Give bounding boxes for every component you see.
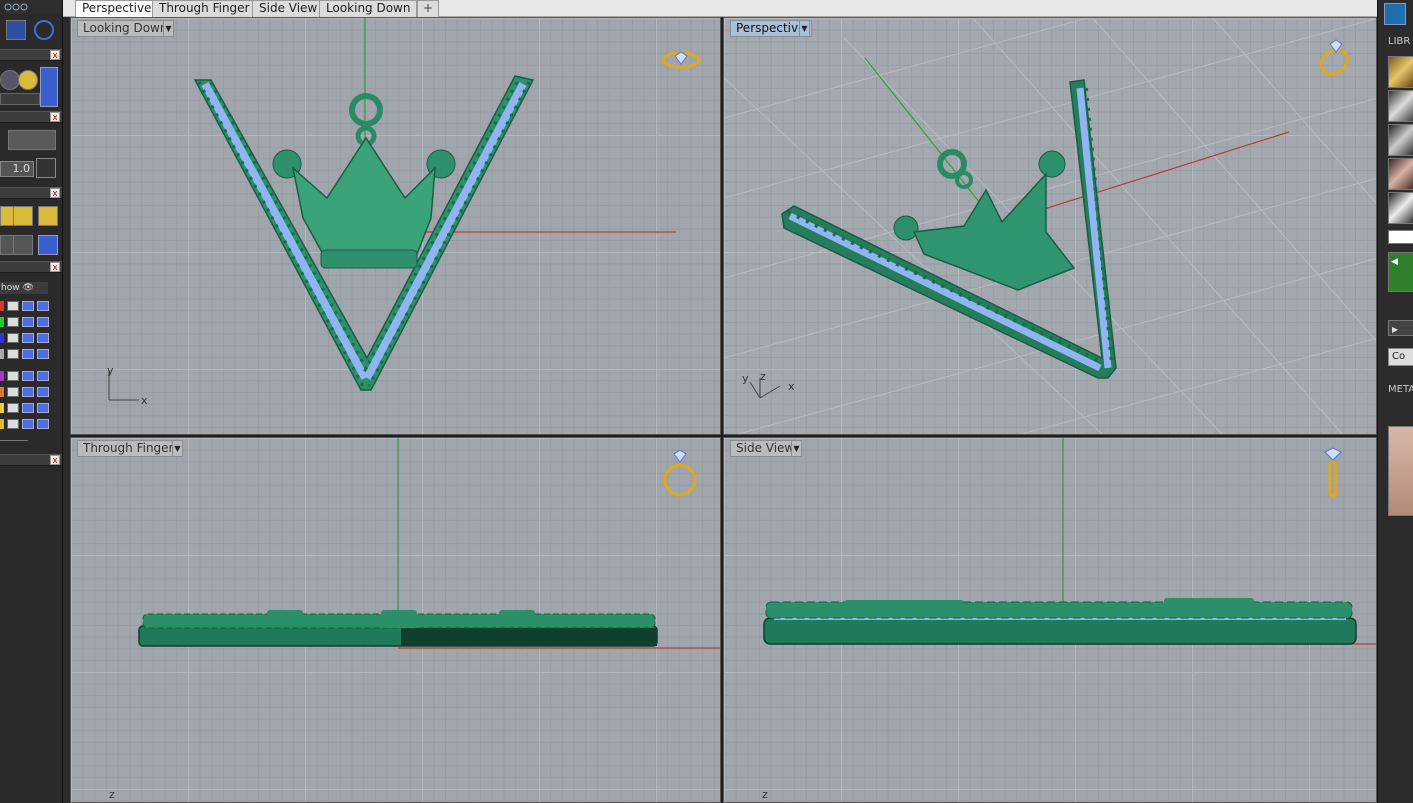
ball-tool-button[interactable] <box>18 70 38 90</box>
add-tab-button[interactable]: + <box>417 0 439 17</box>
toolbar-header <box>0 0 62 14</box>
material-swatch-silver[interactable] <box>1388 90 1413 122</box>
metal-label: META <box>1388 384 1413 395</box>
panel-separator: x <box>0 187 62 199</box>
metal-preview-swatch[interactable] <box>1388 426 1413 516</box>
co-button[interactable]: Co <box>1388 348 1413 366</box>
ring-front-icon[interactable] <box>663 449 697 497</box>
layer-row[interactable] <box>0 418 56 430</box>
network-icon <box>4 3 28 11</box>
chevron-down-icon[interactable]: ▼ <box>163 20 174 37</box>
divider <box>0 440 28 441</box>
right-panel: LIBR ◀ ▶ Co META <box>1377 0 1413 803</box>
grid-icon[interactable] <box>36 158 56 178</box>
material-swatch-plain[interactable] <box>1388 230 1413 244</box>
viewport-side-view[interactable]: z Side View ▼ <box>723 437 1377 803</box>
top-view-model: y x <box>107 18 701 407</box>
layer-row[interactable] <box>0 386 56 398</box>
chevron-left-icon: ◀ <box>1391 257 1398 267</box>
viewport-title[interactable]: Through Finger <box>77 440 180 457</box>
dropdown-field[interactable] <box>0 93 40 105</box>
panel-separator: x <box>0 261 62 273</box>
chevron-down-icon[interactable]: ▼ <box>172 440 183 457</box>
layer-row[interactable] <box>0 370 56 382</box>
layer-row[interactable] <box>0 332 56 344</box>
layer-row[interactable] <box>0 402 56 414</box>
chevron-down-icon[interactable]: ▼ <box>791 440 802 457</box>
chevron-right-icon: ▶ <box>1392 325 1399 334</box>
pendant-front-shape <box>138 610 658 647</box>
tab-through-finger[interactable]: Through Finger <box>152 0 257 17</box>
viewport-perspective[interactable]: y z x Perspective ▼ <box>723 17 1377 435</box>
slider-button[interactable] <box>40 67 58 107</box>
cut-tool-button[interactable] <box>6 20 26 40</box>
pendant-side-shape <box>763 598 1357 645</box>
zoom-field[interactable]: 1.0 <box>0 161 34 177</box>
move-tool-button[interactable] <box>13 206 33 226</box>
app-logo-icon[interactable] <box>1384 3 1406 25</box>
axis-x-label: x <box>788 380 795 393</box>
expand-button[interactable]: ▶ <box>1388 320 1413 336</box>
material-swatch-rose[interactable] <box>1388 158 1413 190</box>
viewport-through-finger[interactable]: z Through Finger ▼ <box>70 437 721 803</box>
tab-looking-down[interactable]: Looking Down <box>319 0 418 17</box>
mirror-tool-button[interactable] <box>13 235 33 255</box>
side-view-model: z <box>762 438 1376 801</box>
axis-x-label: x <box>141 394 148 407</box>
chevron-down-icon[interactable]: ▼ <box>799 20 810 37</box>
viewport-title[interactable]: Looking Down <box>77 20 174 37</box>
front-view-model: z <box>109 438 720 801</box>
frame-tool-button[interactable] <box>8 130 56 150</box>
app-window: x x 1.0 x x how 👁 x Perspective Through … <box>0 0 1413 803</box>
show-toggle[interactable]: how 👁 <box>0 282 48 294</box>
panel-separator: x <box>0 49 62 61</box>
axis-z-label: z <box>109 788 115 801</box>
perspective-model: y z x <box>724 18 1376 434</box>
tab-perspective[interactable]: Perspective <box>75 0 159 17</box>
ring-side-icon[interactable] <box>1324 447 1342 498</box>
viewport-title[interactable]: Side View <box>730 440 801 457</box>
panel-separator: x <box>0 111 62 123</box>
eye-icon: 👁 <box>22 283 34 293</box>
close-icon[interactable]: x <box>50 112 60 123</box>
axis-y-label: y <box>742 372 749 385</box>
layer-row[interactable] <box>0 348 56 360</box>
material-swatch-platinum[interactable] <box>1388 192 1413 224</box>
layer-row[interactable] <box>0 316 56 328</box>
layer-row[interactable] <box>0 300 56 312</box>
scale-tool-button[interactable] <box>38 206 58 226</box>
viewport-area: y x Looking Down ▼ y z x Perspective ▼ z… <box>70 17 1377 803</box>
close-icon[interactable]: x <box>50 50 60 61</box>
axis-indicator: y z x <box>742 370 795 399</box>
axis-z-label: z <box>760 370 766 383</box>
ring-top-icon[interactable] <box>661 51 701 69</box>
panel-separator: x <box>0 454 62 466</box>
gem-tool-button[interactable] <box>0 70 20 90</box>
close-icon[interactable]: x <box>50 188 60 199</box>
tab-side-view[interactable]: Side View <box>252 0 325 17</box>
left-toolbar: x x 1.0 x x how 👁 x <box>0 0 63 803</box>
close-icon[interactable]: x <box>50 455 60 466</box>
circle-tool-button[interactable] <box>34 20 54 40</box>
axis-z-label: z <box>762 788 768 801</box>
axis-y-label: y <box>107 364 114 377</box>
close-icon[interactable]: x <box>50 262 60 273</box>
panel-collapse-button[interactable]: ◀ <box>1388 252 1413 292</box>
viewport-tab-bar: Perspective Through Finger Side View Loo… <box>63 0 1377 17</box>
material-swatch-gold[interactable] <box>1388 56 1413 88</box>
material-swatch-white[interactable] <box>1388 124 1413 156</box>
viewport-looking-down[interactable]: y x Looking Down ▼ <box>70 17 721 435</box>
ring-perspective-icon[interactable] <box>1316 39 1351 79</box>
library-label: LIBR <box>1388 36 1411 47</box>
axis-indicator: y x <box>107 364 148 407</box>
array-tool-button[interactable] <box>38 235 58 255</box>
